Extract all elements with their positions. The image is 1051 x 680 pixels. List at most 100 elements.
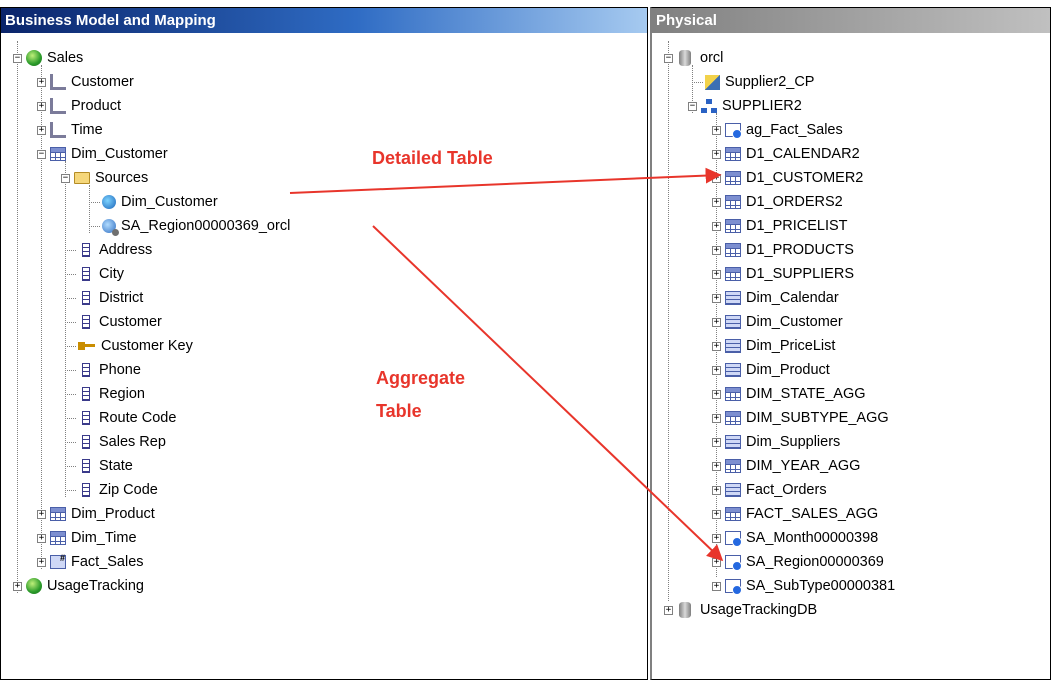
expand-icon[interactable]: +: [37, 533, 46, 543]
tree-node-supplier2[interactable]: − SUPPLIER2: [688, 94, 802, 118]
tree-node-source-dim-customer[interactable]: Dim_Customer: [89, 190, 218, 214]
tree-node-time[interactable]: + Time: [37, 118, 103, 142]
tree-node-connection-pool[interactable]: Supplier2_CP: [692, 70, 814, 94]
tree-node-label: orcl: [700, 50, 724, 66]
tree-node-column-zip-code[interactable]: Zip Code: [65, 478, 158, 502]
tree-node-column-sales-rep[interactable]: Sales Rep: [65, 430, 166, 454]
tree-node-dim-suppliers[interactable]: + Dim_Suppliers: [712, 430, 840, 454]
tree-node-label: Dim_Customer: [746, 314, 843, 330]
tree-node-label: DIM_YEAR_AGG: [746, 458, 861, 474]
collapse-icon[interactable]: −: [37, 149, 46, 159]
collapse-icon[interactable]: −: [61, 173, 70, 183]
tree-node-column-customer[interactable]: Customer: [65, 310, 162, 334]
tree-node-label: Dim_Product: [746, 362, 830, 378]
expand-icon[interactable]: +: [712, 557, 721, 567]
tree-node-dim-pricelist[interactable]: + Dim_PriceList: [712, 334, 835, 358]
tree-node-sa-region[interactable]: + SA_Region00000369: [712, 550, 884, 574]
expand-icon[interactable]: +: [712, 173, 721, 183]
expand-icon[interactable]: +: [712, 269, 721, 279]
tree-node-product[interactable]: + Product: [37, 94, 121, 118]
tree-node-label: D1_CUSTOMER2: [746, 170, 864, 186]
tree-node-dim-product[interactable]: + Dim_Product: [37, 502, 155, 526]
tree-node-dim-state-agg[interactable]: + DIM_STATE_AGG: [712, 382, 866, 406]
tree-node-column-district[interactable]: District: [65, 286, 143, 310]
tree-node-sa-month[interactable]: + SA_Month00000398: [712, 526, 878, 550]
tree-node-label: Sources: [95, 170, 149, 186]
physical-table-icon: [725, 171, 741, 185]
tree-node-label: Supplier2_CP: [725, 74, 815, 90]
tree-node-column-city[interactable]: City: [65, 262, 124, 286]
tree-connector: [692, 81, 703, 83]
tree-node-label: DIM_SUBTYPE_AGG: [746, 410, 889, 426]
tree-node-column-customer-key[interactable]: Customer Key: [65, 334, 193, 358]
tree-node-ag-fact-sales[interactable]: + ag_Fact_Sales: [712, 118, 843, 142]
tree-node-dim-calendar[interactable]: + Dim_Calendar: [712, 286, 839, 310]
expand-icon[interactable]: +: [37, 509, 46, 519]
tree-node-label: SA_Region00000369_orcl: [121, 218, 291, 234]
expand-icon[interactable]: +: [37, 77, 46, 87]
tree-connector: [65, 441, 76, 443]
expand-icon[interactable]: +: [712, 341, 721, 351]
view-table-icon: [725, 483, 741, 497]
tree-node-column-address[interactable]: Address: [65, 238, 152, 262]
expand-icon[interactable]: +: [37, 125, 46, 135]
expand-icon[interactable]: +: [37, 101, 46, 111]
tree-node-dim-subtype-agg[interactable]: + DIM_SUBTYPE_AGG: [712, 406, 889, 430]
expand-icon[interactable]: +: [712, 533, 721, 543]
expand-icon[interactable]: +: [712, 317, 721, 327]
tree-node-d1-customer2[interactable]: + D1_CUSTOMER2: [712, 166, 863, 190]
collapse-icon[interactable]: −: [664, 53, 673, 63]
tree-guide: [668, 41, 669, 601]
column-icon: [82, 459, 90, 473]
expand-icon[interactable]: +: [712, 293, 721, 303]
expand-icon[interactable]: +: [712, 437, 721, 447]
logical-table-icon: [50, 147, 66, 161]
physical-panel-title: Physical: [652, 8, 1050, 33]
tree-node-dim-year-agg[interactable]: + DIM_YEAR_AGG: [712, 454, 860, 478]
tree-node-d1-calendar2[interactable]: + D1_CALENDAR2: [712, 142, 860, 166]
expand-icon[interactable]: +: [37, 557, 46, 567]
expand-icon[interactable]: +: [712, 221, 721, 231]
collapse-icon[interactable]: −: [13, 53, 22, 63]
tree-node-dim-time[interactable]: + Dim_Time: [37, 526, 137, 550]
collapse-icon[interactable]: −: [688, 101, 697, 111]
tree-node-orcl[interactable]: − orcl: [664, 46, 723, 70]
expand-icon[interactable]: +: [712, 509, 721, 519]
tree-node-sources[interactable]: − Sources: [61, 166, 148, 190]
tree-node-column-phone[interactable]: Phone: [65, 358, 141, 382]
tree-node-sa-subtype[interactable]: + SA_SubType00000381: [712, 574, 895, 598]
tree-node-dim-customer[interactable]: + Dim_Customer: [712, 310, 843, 334]
expand-icon[interactable]: +: [712, 365, 721, 375]
tree-node-d1-products[interactable]: + D1_PRODUCTS: [712, 238, 854, 262]
physical-table-icon: [725, 507, 741, 521]
tree-node-column-route-code[interactable]: Route Code: [65, 406, 176, 430]
expand-icon[interactable]: +: [712, 581, 721, 591]
tree-node-customer[interactable]: + Customer: [37, 70, 134, 94]
expand-icon[interactable]: +: [712, 485, 721, 495]
expand-icon[interactable]: +: [712, 197, 721, 207]
tree-node-column-region[interactable]: Region: [65, 382, 145, 406]
tree-connector: [65, 345, 76, 347]
tree-node-d1-pricelist[interactable]: + D1_PRICELIST: [712, 214, 848, 238]
tree-node-dim-product[interactable]: + Dim_Product: [712, 358, 830, 382]
schema-icon: [701, 99, 717, 113]
tree-node-usage-tracking[interactable]: + UsageTracking: [13, 574, 144, 598]
tree-node-fact-orders[interactable]: + Fact_Orders: [712, 478, 827, 502]
expand-icon[interactable]: +: [13, 581, 22, 591]
tree-node-fact-sales-agg[interactable]: + FACT_SALES_AGG: [712, 502, 878, 526]
expand-icon[interactable]: +: [712, 149, 721, 159]
expand-icon[interactable]: +: [712, 461, 721, 471]
expand-icon[interactable]: +: [712, 245, 721, 255]
tree-node-column-state[interactable]: State: [65, 454, 133, 478]
tree-node-source-sa-region[interactable]: SA_Region00000369_orcl: [89, 214, 290, 238]
expand-icon[interactable]: +: [712, 125, 721, 135]
tree-node-dim-customer[interactable]: − Dim_Customer: [37, 142, 168, 166]
tree-node-d1-orders2[interactable]: + D1_ORDERS2: [712, 190, 843, 214]
tree-node-sales[interactable]: − Sales: [13, 46, 83, 70]
tree-node-usage-tracking-db[interactable]: + UsageTrackingDB: [664, 598, 817, 622]
expand-icon[interactable]: +: [712, 389, 721, 399]
expand-icon[interactable]: +: [664, 605, 673, 615]
expand-icon[interactable]: +: [712, 413, 721, 423]
tree-node-fact-sales[interactable]: + Fact_Sales: [37, 546, 144, 574]
tree-node-d1-suppliers[interactable]: + D1_SUPPLIERS: [712, 262, 854, 286]
